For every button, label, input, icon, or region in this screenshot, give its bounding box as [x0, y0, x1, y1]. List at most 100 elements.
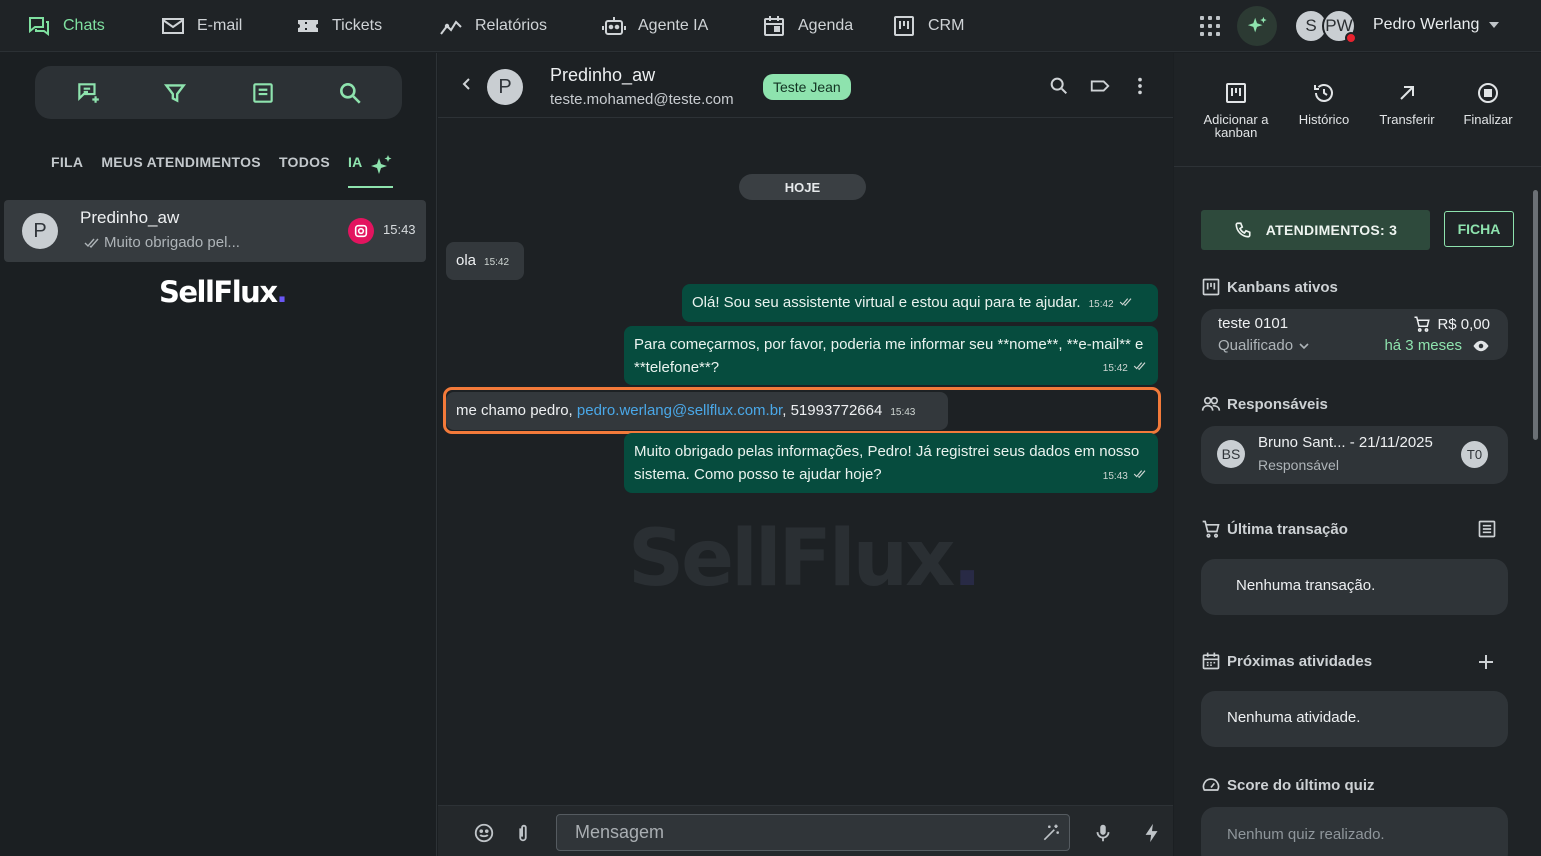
kanban-status-select[interactable]: Qualificado — [1218, 337, 1309, 354]
lightning-icon[interactable] — [1141, 822, 1163, 844]
calendar-icon — [1202, 652, 1220, 670]
message-composer — [438, 805, 1173, 856]
sellflux-logo: SellFlux. — [159, 275, 288, 309]
nav-email[interactable]: E-mail — [161, 0, 242, 52]
chat-time: 15:43 — [383, 222, 416, 237]
chat-name: Predinho_aw — [80, 208, 180, 227]
transacao-empty: Nenhuma transação. — [1236, 577, 1376, 594]
double-check-icon — [1133, 362, 1146, 371]
nav-agente-ia-label: Agente IA — [638, 17, 709, 34]
kanban-value: R$ 0,00 — [1413, 315, 1490, 333]
user-name[interactable]: Pedro Werlang — [1373, 16, 1479, 34]
emoji-icon[interactable] — [473, 822, 495, 844]
transfer-button[interactable]: Transferir — [1362, 81, 1452, 126]
scrollbar[interactable] — [1533, 190, 1538, 440]
nav-chats[interactable]: Chats — [27, 0, 105, 52]
responsavel-role: Responsável — [1258, 457, 1339, 473]
instagram-icon — [348, 218, 374, 244]
robot-icon — [602, 17, 626, 35]
filter-icon[interactable] — [162, 80, 188, 106]
notes-icon[interactable] — [250, 80, 276, 106]
chat-tabs: FILA MEUS ATENDIMENTOS TODOS IA — [51, 153, 393, 188]
chart-line-icon — [440, 20, 462, 35]
section-label: Score do último quiz — [1227, 776, 1375, 794]
avatar[interactable]: P — [487, 69, 523, 105]
user-avatars[interactable]: S PW — [1294, 9, 1358, 44]
plus-icon[interactable] — [1477, 653, 1495, 671]
nav-agenda[interactable]: Agenda — [762, 0, 853, 52]
list-item[interactable]: P Predinho_aw Muito obrigado pel... 15:4… — [4, 200, 426, 262]
watermark-logo: SellFlux. — [628, 514, 982, 604]
cart-icon — [1414, 316, 1431, 332]
nav-agenda-label: Agenda — [798, 17, 854, 34]
section-label: Responsáveis — [1227, 395, 1328, 413]
search-icon[interactable] — [1048, 75, 1070, 97]
eye-icon[interactable] — [1472, 339, 1490, 353]
chevron-down-icon[interactable] — [1489, 22, 1499, 28]
status-dot — [1345, 32, 1357, 44]
more-vertical-icon[interactable] — [1129, 75, 1151, 97]
contact-tag[interactable]: Teste Jean — [763, 74, 851, 100]
add-to-kanban-button[interactable]: Adicionar a kanban — [1191, 81, 1281, 139]
nav-relatorios[interactable]: Relatórios — [439, 0, 547, 52]
new-chat-icon[interactable] — [75, 80, 101, 106]
action-label: Finalizar — [1463, 112, 1513, 127]
date-separator: HOJE — [739, 174, 866, 200]
apps-grid-icon[interactable] — [1200, 16, 1220, 36]
nav-crm[interactable]: CRM — [892, 0, 964, 52]
tab-fila[interactable]: FILA — [51, 153, 83, 188]
message-time: 15:42 — [1102, 363, 1128, 374]
contact-details-panel: Adicionar a kanban Histórico Transferir … — [1174, 53, 1541, 856]
ticket-icon — [298, 20, 318, 32]
message-outgoing: Olá! Sou seu assistente virtual e estou … — [682, 284, 1158, 322]
finish-button[interactable]: Finalizar — [1443, 81, 1533, 126]
message-text: Olá! Sou seu assistente virtual e estou … — [692, 294, 1081, 311]
tab-todos[interactable]: TODOS — [279, 153, 330, 188]
gauge-icon — [1202, 778, 1220, 791]
message-input-box — [556, 814, 1070, 851]
contact-name: Predinho_aw — [550, 65, 656, 85]
kanban-card[interactable]: teste 0101 Qualificado R$ 0,00 há 3 mese… — [1201, 309, 1508, 360]
ficha-button[interactable]: FICHA — [1444, 211, 1514, 247]
action-label: Adicionar a kanban — [1203, 112, 1269, 140]
attachment-icon[interactable] — [512, 822, 534, 844]
double-check-icon — [1133, 470, 1146, 479]
atividades-card: Nenhuma atividade. — [1201, 691, 1508, 747]
history-button[interactable]: Histórico — [1279, 81, 1369, 126]
message-time: 15:42 — [1088, 299, 1114, 310]
people-icon — [1201, 396, 1221, 411]
calendar-icon — [764, 16, 784, 36]
list-icon[interactable] — [1477, 519, 1497, 539]
ai-assistant-button[interactable] — [1237, 6, 1277, 46]
magic-wand-icon[interactable] — [1041, 823, 1061, 843]
top-navigation-bar: Chats E-mail Tickets Relatórios Agente I… — [0, 0, 1541, 52]
tab-meus-atendimentos[interactable]: MEUS ATENDIMENTOS — [101, 153, 261, 188]
avatar: BS — [1217, 440, 1245, 468]
chat-preview: Muito obrigado pel... — [84, 234, 240, 251]
history-icon — [1314, 84, 1333, 102]
message-list: SellFlux. HOJE ola 15:42 Olá! Sou seu ass… — [438, 119, 1173, 805]
kanban-name: teste 0101 — [1218, 315, 1289, 332]
microphone-icon[interactable] — [1092, 822, 1114, 844]
nav-agente-ia[interactable]: Agente IA — [602, 0, 708, 52]
section-label: Próximas atividades — [1227, 652, 1373, 670]
message-input[interactable] — [557, 815, 1027, 850]
action-label: Histórico — [1298, 112, 1350, 127]
nav-tickets[interactable]: Tickets — [296, 0, 382, 52]
chevron-left-icon[interactable] — [460, 77, 474, 91]
highlight-box — [443, 387, 1161, 434]
search-icon[interactable] — [337, 80, 363, 106]
message-text: Para começarmos, por favor, poderia me i… — [634, 336, 1144, 376]
message-incoming: ola 15:42 — [446, 242, 524, 280]
tab-ia[interactable]: IA — [347, 153, 393, 188]
message-text: Muito obrigado pelas informações, Pedro!… — [634, 443, 1140, 483]
atendimentos-button[interactable]: ATENDIMENTOS: 3 — [1201, 210, 1430, 250]
responsaveis-section-title: Responsáveis — [1201, 394, 1328, 414]
message-time: 15:43 — [1102, 471, 1128, 482]
action-bar: Adicionar a kanban Histórico Transferir … — [1174, 53, 1541, 167]
contact-email: teste.mohamed@teste.com — [550, 91, 734, 108]
label-icon[interactable] — [1089, 75, 1111, 97]
quiz-section-title: Score do último quiz — [1201, 775, 1375, 795]
chat-list-sidebar: FILA MEUS ATENDIMENTOS TODOS IA P Predin… — [0, 53, 437, 856]
responsavel-card[interactable]: BS Bruno Sant... - 21/11/2025 Responsáve… — [1201, 426, 1508, 484]
